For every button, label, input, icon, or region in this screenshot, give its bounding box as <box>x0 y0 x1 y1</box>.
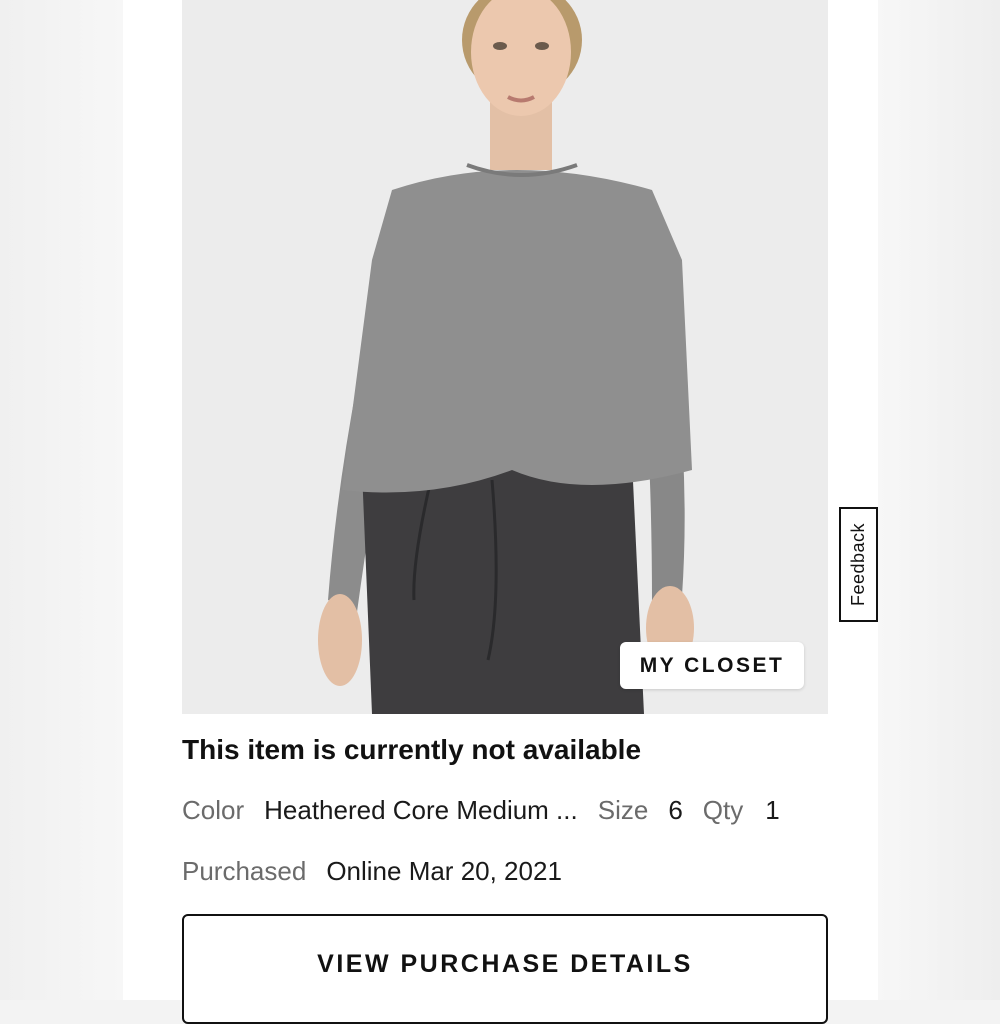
product-details-row: Color Heathered Core Medium ... Size 6 Q… <box>182 795 828 826</box>
my-closet-button[interactable]: MY CLOSET <box>620 642 804 689</box>
purchased-value: Online Mar 20, 2021 <box>326 856 562 886</box>
size-label: Size <box>597 795 649 825</box>
product-photo-model-icon <box>182 0 828 714</box>
view-purchase-details-button[interactable]: VIEW PURCHASE DETAILS <box>182 914 828 1024</box>
qty-value: 1 <box>765 795 780 825</box>
product-image[interactable] <box>182 0 828 714</box>
size-value: 6 <box>668 795 683 825</box>
purchased-label: Purchased <box>182 856 307 886</box>
qty-label: Qty <box>702 795 744 825</box>
right-backdrop <box>878 0 1000 1000</box>
color-label: Color <box>182 795 245 825</box>
feedback-tab[interactable]: Feedback <box>839 507 878 622</box>
left-backdrop <box>0 0 123 1000</box>
availability-status: This item is currently not available <box>182 734 642 765</box>
color-value: Heathered Core Medium ... <box>264 795 578 825</box>
feedback-label: Feedback <box>848 522 868 607</box>
purchased-row: Purchased Online Mar 20, 2021 <box>182 856 562 887</box>
